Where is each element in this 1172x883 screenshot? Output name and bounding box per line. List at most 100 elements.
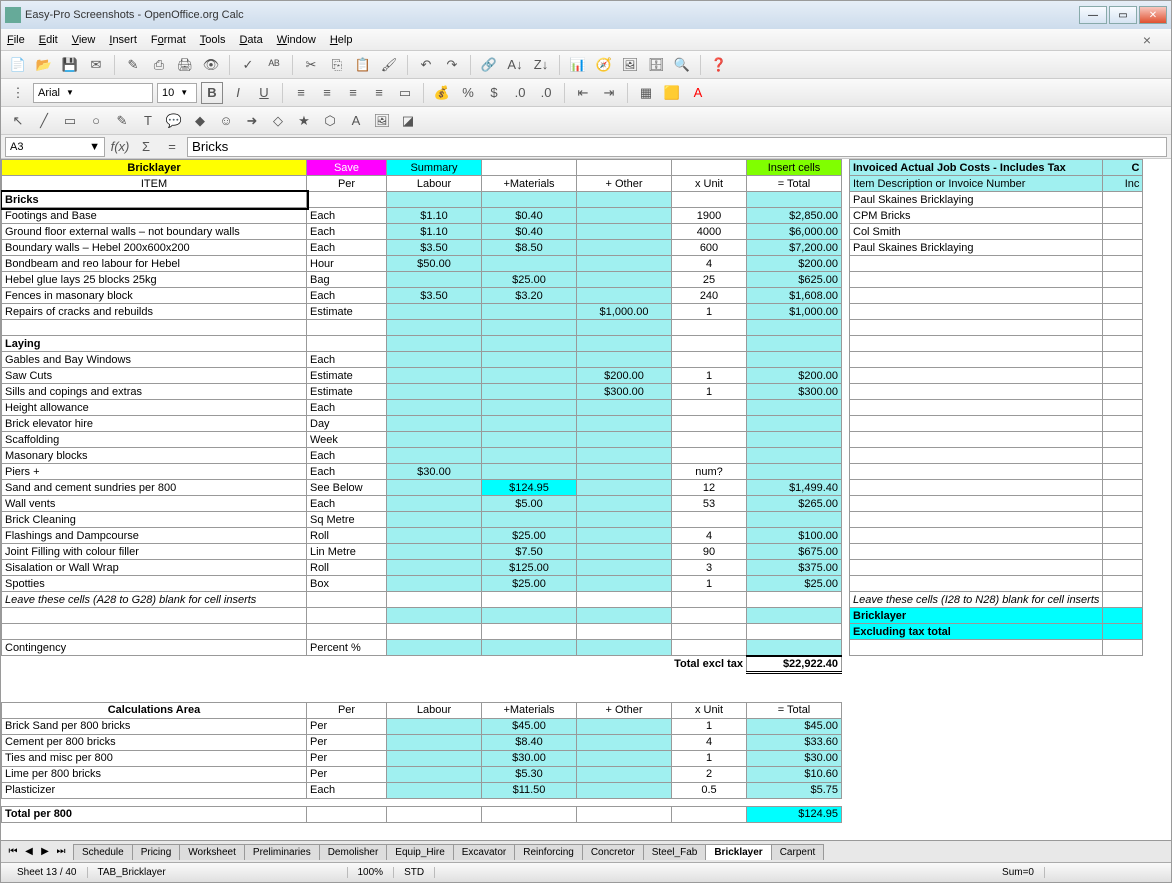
sheet-tab-steel_fab[interactable]: Steel_Fab [643,844,707,860]
stars-icon[interactable]: ★ [293,110,315,132]
callout-icon[interactable]: 💬 [163,110,185,132]
align-justify-icon[interactable]: ≡ [368,82,390,104]
menu-edit[interactable]: Edit [39,34,58,46]
minimize-button[interactable]: — [1079,6,1107,24]
flowchart-icon[interactable]: ◇ [267,110,289,132]
open-icon[interactable]: 📂 [33,54,55,76]
sort-asc-icon[interactable]: A↓ [504,54,526,76]
hyperlink-icon[interactable]: 🔗 [478,54,500,76]
align-left-icon[interactable]: ≡ [290,82,312,104]
text-icon[interactable]: T [137,110,159,132]
sum-icon[interactable]: Σ [135,136,157,158]
symbol-icon[interactable]: ☺ [215,110,237,132]
zoom-icon[interactable]: 🔍 [671,54,693,76]
fromfile-icon[interactable]: 🖼 [371,110,393,132]
gallery-icon[interactable]: 🖼 [619,54,641,76]
navigator-icon[interactable]: 🧭 [593,54,615,76]
formula-input[interactable] [187,137,1167,157]
datasource-icon[interactable]: 🗄 [645,54,667,76]
percent-icon[interactable]: % [457,82,479,104]
currency-icon[interactable]: 💰 [431,82,453,104]
add-decimal-icon[interactable]: .0 [509,82,531,104]
line-icon[interactable]: ╱ [33,110,55,132]
indent-inc-icon[interactable]: ⇥ [598,82,620,104]
menu-data[interactable]: Data [239,34,262,46]
arrows-icon[interactable]: ➜ [241,110,263,132]
insert-cells-button[interactable]: Insert cells [747,160,842,176]
bgcolor-icon[interactable]: 🟨 [661,82,683,104]
help-icon[interactable]: ❓ [708,54,730,76]
email-icon[interactable]: ✉ [85,54,107,76]
sheet-tab-concretor[interactable]: Concretor [582,844,644,860]
menu-file[interactable]: File [7,34,25,46]
rect-icon[interactable]: ▭ [59,110,81,132]
menu-tools[interactable]: Tools [200,34,226,46]
indent-dec-icon[interactable]: ⇤ [572,82,594,104]
sheet-tab-demolisher[interactable]: Demolisher [319,844,388,860]
sheet-tab-equip_hire[interactable]: Equip_Hire [386,844,453,860]
italic-icon[interactable]: I [227,82,249,104]
copy-icon[interactable]: ⎘ [326,54,348,76]
menu-view[interactable]: View [72,34,96,46]
function-wizard-icon[interactable]: f(x) [109,136,131,158]
points-icon[interactable]: ⬡ [319,110,341,132]
extrusion-icon[interactable]: ◪ [397,110,419,132]
font-size-combo[interactable]: 10▼ [157,83,197,103]
status-zoom[interactable]: 100% [348,867,395,878]
ellipse-icon[interactable]: ○ [85,110,107,132]
sheet-tab-schedule[interactable]: Schedule [73,844,133,860]
menu-insert[interactable]: Insert [109,34,137,46]
summary-button-cell[interactable]: Summary [387,160,482,176]
maximize-button[interactable]: ▭ [1109,6,1137,24]
menu-help[interactable]: Help [330,34,353,46]
pdf-icon[interactable]: ⎙ [148,54,170,76]
align-center-icon[interactable]: ≡ [316,82,338,104]
tab-next-icon[interactable]: ▶ [37,846,53,857]
print-icon[interactable]: 🖨 [174,54,196,76]
menu-window[interactable]: Window [277,34,316,46]
fontcolor-icon[interactable]: A [687,82,709,104]
tab-first-icon[interactable]: ⏮ [5,846,21,857]
underline-icon[interactable]: U [253,82,275,104]
close-button[interactable]: ✕ [1139,6,1167,24]
sheet-tab-excavator[interactable]: Excavator [453,844,515,860]
chart-icon[interactable]: 📊 [567,54,589,76]
remove-decimal-icon[interactable]: .0 [535,82,557,104]
invoiced-title[interactable]: Invoiced Actual Job Costs - Includes Tax [850,160,1103,176]
cell-reference-box[interactable]: A3▼ [5,137,105,157]
font-name-combo[interactable]: Arial▼ [33,83,153,103]
paste-icon[interactable]: 📋 [352,54,374,76]
sheet-tab-worksheet[interactable]: Worksheet [179,844,245,860]
save-button-cell[interactable]: Save [307,160,387,176]
redo-icon[interactable]: ↷ [441,54,463,76]
save-icon[interactable]: 💾 [59,54,81,76]
menu-format[interactable]: Format [151,34,186,46]
equals-icon[interactable]: = [161,136,183,158]
edit-icon[interactable]: ✎ [122,54,144,76]
undo-icon[interactable]: ↶ [415,54,437,76]
doc-close-icon[interactable]: × [1143,32,1151,48]
sort-desc-icon[interactable]: Z↓ [530,54,552,76]
bold-icon[interactable]: B [201,82,223,104]
select-icon[interactable]: ↖ [7,110,29,132]
format-paint-icon[interactable]: 🖌 [378,54,400,76]
cut-icon[interactable]: ✂ [300,54,322,76]
spreadsheet-area[interactable]: Bricklayer Save Summary Insert cells Inv… [1,159,1171,840]
sheet-tab-preliminaries[interactable]: Preliminaries [244,844,320,860]
shapes-icon[interactable]: ◆ [189,110,211,132]
tab-last-icon[interactable]: ⏭ [53,846,69,857]
styles-icon[interactable]: ⋮ [7,82,29,104]
sheet-tab-bricklayer[interactable]: Bricklayer [705,844,771,860]
sheet-tab-reinforcing[interactable]: Reinforcing [514,844,583,860]
align-right-icon[interactable]: ≡ [342,82,364,104]
tab-prev-icon[interactable]: ◀ [21,846,37,857]
borders-icon[interactable]: ▦ [635,82,657,104]
cell-a3[interactable]: Bricks [2,192,307,208]
header-bricklayer[interactable]: Bricklayer [2,160,307,176]
sheet-tab-carpent[interactable]: Carpent [771,844,825,860]
merge-icon[interactable]: ▭ [394,82,416,104]
preview-icon[interactable]: 👁 [200,54,222,76]
spellcheck-icon[interactable]: ✓ [237,54,259,76]
autospell-icon[interactable]: ᴬᴮ [263,54,285,76]
freeform-icon[interactable]: ✎ [111,110,133,132]
